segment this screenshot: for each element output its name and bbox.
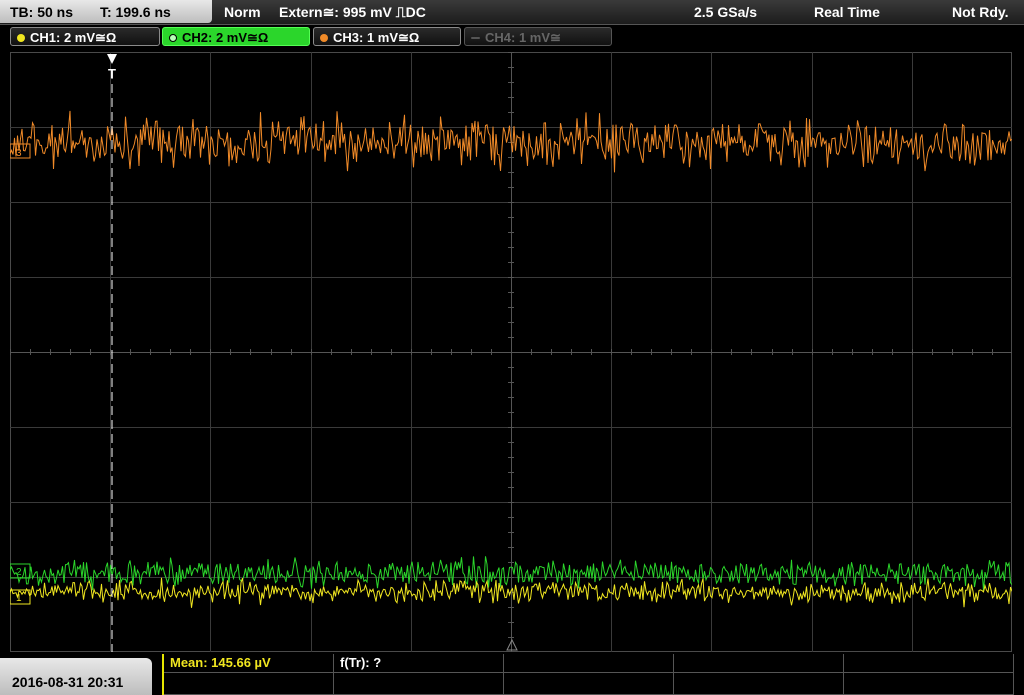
channel-4-button[interactable]: CH4: 1 mV≅	[464, 27, 612, 46]
acquisition-mode[interactable]: Real Time	[814, 4, 880, 20]
trigger-position-marker-icon[interactable]	[107, 54, 117, 64]
channel-3-button[interactable]: CH3: 1 mV≅Ω	[313, 27, 461, 46]
channel-1-label: CH1: 2 mV≅Ω	[30, 30, 117, 45]
channel-4-label: CH4: 1 mV≅	[485, 30, 561, 45]
timebase-panel[interactable]: TB: 50 ns T: 199.6 ns	[0, 0, 212, 23]
trigger-source[interactable]: Extern≅: 995 mV ⎍DC	[279, 4, 426, 21]
ch1-reference-label: 1	[16, 593, 22, 604]
channel-2-dot-icon	[169, 34, 177, 42]
channel-3-dot-icon	[320, 34, 328, 42]
channel-2-label: CH2: 2 mV≅Ω	[182, 30, 269, 45]
channel-2-button[interactable]: CH2: 2 mV≅Ω	[162, 27, 310, 46]
measurement-cell-rise-freq[interactable]: f(Tr): ?	[334, 654, 504, 673]
scope-grid: T 3 2 1	[10, 52, 1012, 652]
datetime: 2016-08-31 20:31	[12, 674, 124, 690]
channel-4-off-icon	[471, 37, 480, 39]
measurement-cell-empty[interactable]	[844, 654, 1014, 673]
trigger-time-value: T: 199.6 ns	[100, 4, 171, 20]
ch3-reference-label: 3	[16, 148, 22, 159]
ch2-reference-label: 2	[16, 567, 22, 578]
measurement-cell-empty[interactable]	[164, 673, 334, 695]
timebase-value: TB: 50 ns	[10, 4, 74, 20]
measurement-table[interactable]: Mean: 145.66 µV f(Tr): ?	[162, 654, 1014, 695]
measurement-cell-empty[interactable]	[674, 673, 844, 695]
measurement-cell-empty[interactable]	[334, 673, 504, 695]
sample-rate: 2.5 GSa/s	[694, 4, 758, 20]
measurement-cell-mean[interactable]: Mean: 145.66 µV	[164, 654, 334, 673]
channel-1-dot-icon	[17, 34, 25, 42]
measurement-cell-empty[interactable]	[844, 673, 1014, 695]
measurement-bar: 2016-08-31 20:31 Mean: 145.66 µV f(Tr): …	[0, 654, 1024, 695]
channel-1-button[interactable]: CH1: 2 mV≅Ω	[10, 27, 160, 46]
channel-3-label: CH3: 1 mV≅Ω	[333, 30, 420, 45]
measurement-cell-empty[interactable]	[504, 673, 674, 695]
status-bar: TB: 50 ns T: 199.6 ns Norm Extern≅: 995 …	[0, 0, 1024, 25]
rise-freq-measurement: f(Tr): ?	[340, 655, 382, 670]
trigger-marker-label: T	[108, 66, 116, 81]
mean-measurement: Mean: 145.66 µV	[170, 655, 271, 670]
measurement-cell-empty[interactable]	[674, 654, 844, 673]
acquisition-status: Not Rdy.	[952, 4, 1009, 20]
channel-bar: CH1: 2 mV≅Ω CH2: 2 mV≅Ω CH3: 1 mV≅Ω CH4:…	[0, 27, 1024, 49]
measurement-cell-empty[interactable]	[504, 654, 674, 673]
datetime-panel: 2016-08-31 20:31	[0, 658, 152, 695]
waveform-display[interactable]: T 3 2 1	[10, 52, 1012, 652]
trigger-mode[interactable]: Norm	[224, 4, 261, 20]
